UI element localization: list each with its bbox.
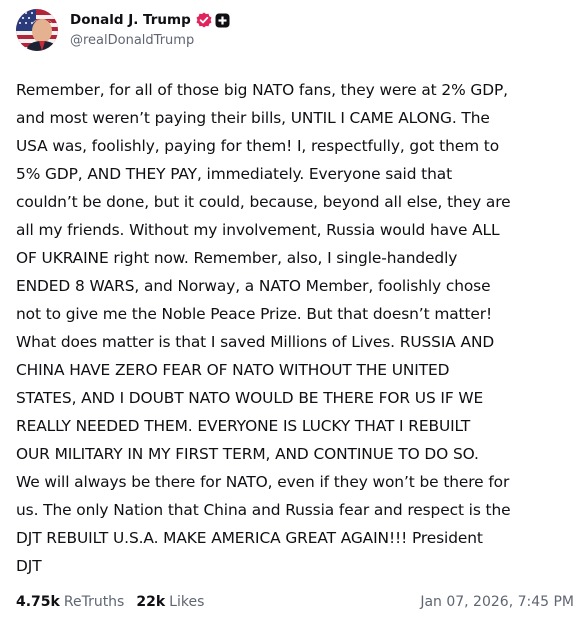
post-header: Donald J. Trump @realDonaldTrump [16, 8, 576, 54]
retruths-stat[interactable]: 4.75k ReTruths [16, 594, 124, 610]
post-text-line: Remember, for all of those big NATO fans… [16, 81, 508, 99]
post-timestamp[interactable]: Jan 07, 2026, 7:45 PM [420, 594, 574, 610]
author-display-name[interactable]: Donald J. Trump [70, 12, 191, 28]
avatar-image [16, 9, 58, 51]
post-text-line: OUR MILITARY IN MY FIRST TERM, AND CONTI… [16, 445, 479, 463]
post-text-line: We will always be there for NATO, even i… [16, 473, 510, 491]
post-text-line: and most weren’t paying their bills, UNT… [16, 109, 490, 127]
post-text-line: 5% GDP, AND THEY PAY, immediately. Every… [16, 165, 453, 183]
post-footer: 4.75k ReTruths 22k Likes Jan 07, 2026, 7:4… [16, 591, 574, 613]
likes-label: Likes [169, 594, 205, 610]
author-info: Donald J. Trump @realDonaldTrump [70, 10, 230, 48]
likes-stat[interactable]: 22k Likes [136, 594, 204, 610]
post-text-line: ENDED 8 WARS, and Norway, a NATO Member,… [16, 277, 491, 295]
plus-badge-icon [215, 13, 230, 28]
verified-badge-icon [196, 12, 212, 28]
post-text-line: all my friends. Without my involvement, … [16, 221, 500, 239]
post-text-line: DJT [16, 557, 42, 575]
author-handle[interactable]: @realDonaldTrump [70, 33, 230, 48]
avatar[interactable] [16, 9, 58, 51]
retruths-label: ReTruths [63, 594, 125, 610]
retruths-count: 4.75k [16, 594, 60, 610]
post-text-line: REALLY NEEDED THEM. EVERYONE IS LUCKY TH… [16, 417, 471, 435]
post-text-line: What does matter is that I saved Million… [16, 333, 495, 351]
post-text-line: DJT REBUILT U.S.A. MAKE AMERICA GREAT AG… [16, 529, 483, 547]
post-text-line: STATES, AND I DOUBT NATO WOULD BE THERE … [16, 389, 484, 407]
likes-count: 22k [136, 594, 166, 610]
post-text-line: CHINA HAVE ZERO FEAR OF NATO WITHOUT THE… [16, 361, 450, 379]
post-text-line: us. The only Nation that China and Russi… [16, 501, 511, 519]
post-text-line: USA was, foolishly, paying for them! I, … [16, 137, 500, 155]
post-text-line: couldn’t be done, but it could, because,… [16, 193, 511, 211]
post-text-line: not to give me the Noble Peace Prize. Bu… [16, 305, 493, 323]
post-text-line: OF UKRAINE right now. Remember, also, I … [16, 249, 458, 267]
post-text: Remember, for all of those big NATO fans… [16, 76, 576, 580]
